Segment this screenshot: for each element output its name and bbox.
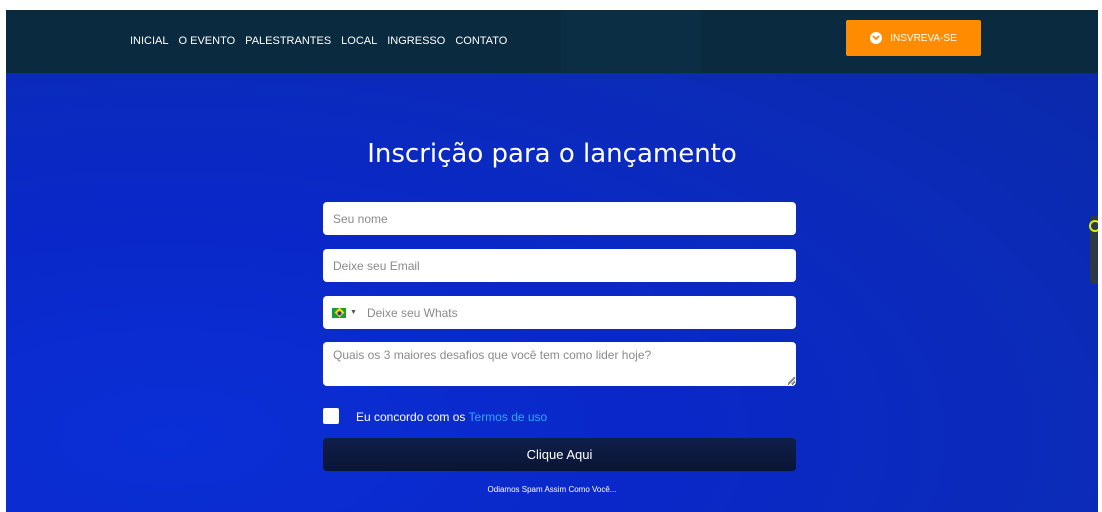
page-frame: INICIAL O EVENTO PALESTRANTES LOCAL INGR…: [6, 10, 1098, 512]
whatsapp-input[interactable]: [364, 304, 769, 321]
phone-field: ▼: [323, 296, 796, 329]
agree-text: Eu concordo com os: [356, 410, 469, 424]
resize-grip-icon[interactable]: [788, 377, 795, 384]
spam-note: Odiamos Spam Assim Como Você...: [487, 485, 617, 494]
terms-link[interactable]: Termos de uso: [469, 410, 548, 424]
power-icon: [1089, 220, 1098, 232]
country-selector[interactable]: ▼: [332, 307, 357, 318]
nav-link-local[interactable]: LOCAL: [341, 35, 377, 48]
nav-link-palestrantes[interactable]: PALESTRANTES: [245, 35, 331, 48]
terms-checkbox[interactable]: [323, 408, 339, 424]
brazil-flag-icon: [332, 307, 346, 318]
register-cta-label: INSVREVA-SE: [890, 32, 957, 44]
nav-link-ingresso[interactable]: INGRESSO: [387, 35, 445, 48]
nav-background-shade: [561, 10, 701, 73]
top-navbar: INICIAL O EVENTO PALESTRANTES LOCAL INGR…: [6, 10, 1098, 73]
terms-agreement: Eu concordo com os Termos de uso: [356, 410, 547, 424]
nav-link-inicial[interactable]: INICIAL: [130, 35, 169, 48]
nav-link-o-evento[interactable]: O EVENTO: [179, 35, 236, 48]
submit-button[interactable]: Clique Aqui: [323, 438, 796, 471]
register-cta-button[interactable]: INSVREVA-SE: [846, 20, 981, 56]
challenges-textarea[interactable]: [323, 342, 796, 386]
chevron-down-circle-icon: [870, 32, 883, 44]
nav-link-contato[interactable]: CONTATO: [455, 35, 507, 48]
caret-down-icon: ▼: [350, 309, 357, 316]
name-input[interactable]: [323, 202, 796, 235]
form-title: Inscrição para o lançamento: [367, 139, 737, 169]
email-input[interactable]: [323, 249, 796, 282]
nav-links: INICIAL O EVENTO PALESTRANTES LOCAL INGR…: [130, 35, 517, 48]
